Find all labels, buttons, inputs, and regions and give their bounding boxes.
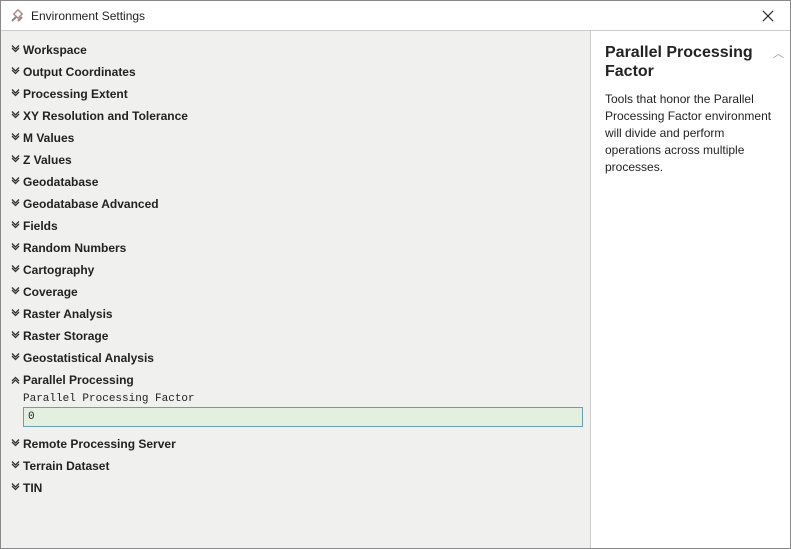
section-label: Geodatabase: [23, 175, 98, 189]
chevron-down-icon: [9, 177, 21, 188]
section-label: XY Resolution and Tolerance: [23, 109, 188, 123]
section-label: Coverage: [23, 285, 78, 299]
chevron-down-icon: [9, 199, 21, 210]
section-label: Parallel Processing: [23, 373, 134, 387]
section-geostatistical: Geostatistical Analysis: [7, 347, 584, 369]
section-parallel-processing: Parallel Processing Parallel Processing …: [7, 369, 584, 433]
chevron-down-icon: [9, 353, 21, 364]
chevron-down-icon: [9, 133, 21, 144]
chevron-up-icon: [9, 375, 21, 386]
chevron-down-icon: [9, 67, 21, 78]
section-header-tin[interactable]: TIN: [7, 477, 584, 499]
section-m-values: M Values: [7, 127, 584, 149]
parallel-factor-label: Parallel Processing Factor: [23, 393, 584, 405]
section-header-coverage[interactable]: Coverage: [7, 281, 584, 303]
section-header-workspace[interactable]: Workspace: [7, 39, 584, 61]
section-body-parallel-processing: Parallel Processing Factor: [7, 391, 584, 433]
section-header-parallel-processing[interactable]: Parallel Processing: [7, 369, 584, 391]
window-title: Environment Settings: [31, 9, 145, 23]
section-header-output-coordinates[interactable]: Output Coordinates: [7, 61, 584, 83]
section-label: Output Coordinates: [23, 65, 136, 79]
section-label: Raster Storage: [23, 329, 108, 343]
section-label: TIN: [23, 481, 42, 495]
chevron-down-icon: [9, 483, 21, 494]
section-fields: Fields: [7, 215, 584, 237]
section-label: Processing Extent: [23, 87, 128, 101]
section-label: Cartography: [23, 263, 94, 277]
settings-icon: [9, 8, 25, 24]
collapse-help-icon[interactable]: ︿: [773, 45, 784, 61]
section-label: Geodatabase Advanced: [23, 197, 159, 211]
section-header-terrain-dataset[interactable]: Terrain Dataset: [7, 455, 584, 477]
section-label: Terrain Dataset: [23, 459, 109, 473]
section-z-values: Z Values: [7, 149, 584, 171]
section-label: Geostatistical Analysis: [23, 351, 154, 365]
chevron-down-icon: [9, 111, 21, 122]
chevron-down-icon: [9, 461, 21, 472]
chevron-down-icon: [9, 155, 21, 166]
settings-tree-pane: Workspace Output Coordinates Processing …: [1, 31, 591, 548]
chevron-down-icon: [9, 331, 21, 342]
section-cartography: Cartography: [7, 259, 584, 281]
chevron-down-icon: [9, 221, 21, 232]
chevron-down-icon: [9, 243, 21, 254]
parallel-factor-input[interactable]: [23, 407, 583, 427]
section-tin: TIN: [7, 477, 584, 499]
help-title: Parallel Processing Factor: [605, 43, 776, 81]
section-header-geodatabase[interactable]: Geodatabase: [7, 171, 584, 193]
chevron-down-icon: [9, 287, 21, 298]
section-label: Remote Processing Server: [23, 437, 176, 451]
section-header-fields[interactable]: Fields: [7, 215, 584, 237]
chevron-down-icon: [9, 265, 21, 276]
section-header-geodatabase-advanced[interactable]: Geodatabase Advanced: [7, 193, 584, 215]
section-label: Fields: [23, 219, 58, 233]
section-label: M Values: [23, 131, 74, 145]
section-label: Z Values: [23, 153, 72, 167]
section-label: Random Numbers: [23, 241, 126, 255]
help-pane: ︿ Parallel Processing Factor Tools that …: [591, 31, 790, 548]
chevron-down-icon: [9, 439, 21, 450]
section-header-processing-extent[interactable]: Processing Extent: [7, 83, 584, 105]
section-header-remote-processing-server[interactable]: Remote Processing Server: [7, 433, 584, 455]
section-label: Workspace: [23, 43, 87, 57]
section-header-z-values[interactable]: Z Values: [7, 149, 584, 171]
chevron-down-icon: [9, 309, 21, 320]
titlebar: Environment Settings: [1, 1, 790, 31]
section-raster-analysis: Raster Analysis: [7, 303, 584, 325]
section-remote-processing-server: Remote Processing Server: [7, 433, 584, 455]
section-processing-extent: Processing Extent: [7, 83, 584, 105]
section-terrain-dataset: Terrain Dataset: [7, 455, 584, 477]
section-header-xy-resolution[interactable]: XY Resolution and Tolerance: [7, 105, 584, 127]
section-raster-storage: Raster Storage: [7, 325, 584, 347]
section-output-coordinates: Output Coordinates: [7, 61, 584, 83]
section-xy-resolution: XY Resolution and Tolerance: [7, 105, 584, 127]
section-header-raster-analysis[interactable]: Raster Analysis: [7, 303, 584, 325]
main-content: Workspace Output Coordinates Processing …: [1, 31, 790, 548]
section-geodatabase: Geodatabase: [7, 171, 584, 193]
section-header-geostatistical[interactable]: Geostatistical Analysis: [7, 347, 584, 369]
chevron-down-icon: [9, 45, 21, 56]
section-header-random-numbers[interactable]: Random Numbers: [7, 237, 584, 259]
section-label: Raster Analysis: [23, 307, 113, 321]
section-header-cartography[interactable]: Cartography: [7, 259, 584, 281]
close-button[interactable]: [746, 1, 790, 31]
chevron-down-icon: [9, 89, 21, 100]
section-header-m-values[interactable]: M Values: [7, 127, 584, 149]
section-random-numbers: Random Numbers: [7, 237, 584, 259]
section-coverage: Coverage: [7, 281, 584, 303]
section-workspace: Workspace: [7, 39, 584, 61]
section-geodatabase-advanced: Geodatabase Advanced: [7, 193, 584, 215]
section-header-raster-storage[interactable]: Raster Storage: [7, 325, 584, 347]
help-text: Tools that honor the Parallel Processing…: [605, 91, 776, 175]
